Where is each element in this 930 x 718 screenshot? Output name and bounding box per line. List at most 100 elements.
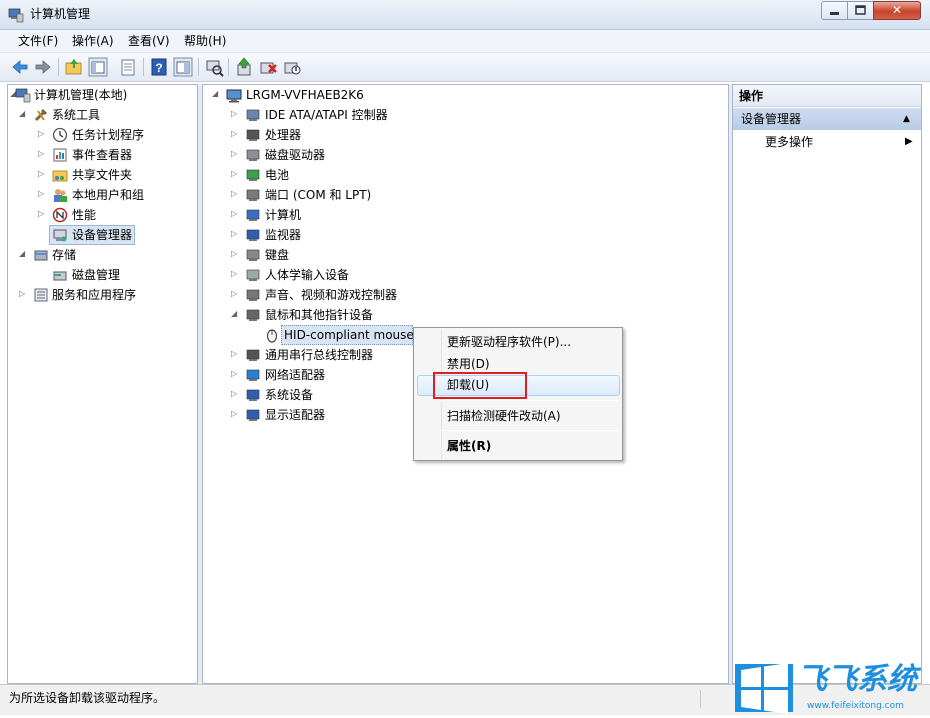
- properties-icon[interactable]: [118, 57, 138, 77]
- expand-arrow-icon[interactable]: ▷: [231, 370, 239, 378]
- device-category-item[interactable]: 电池: [265, 166, 289, 184]
- disable-icon[interactable]: [282, 57, 302, 77]
- expand-arrow-icon[interactable]: ▷: [231, 170, 239, 178]
- device-category-icon: [245, 387, 261, 403]
- expand-arrow-icon[interactable]: ▷: [231, 110, 239, 118]
- minimize-button[interactable]: [821, 1, 848, 20]
- tree-item-local-users[interactable]: 本地用户和组: [72, 186, 144, 204]
- menu-item-scan-hardware[interactable]: 扫描检测硬件改动(A): [447, 408, 561, 424]
- tree-item-task-scheduler[interactable]: 任务计划程序: [72, 126, 144, 144]
- storage-icon: [33, 247, 49, 263]
- expand-arrow-icon[interactable]: ▷: [38, 170, 46, 178]
- menu-action[interactable]: 操作(A): [72, 33, 114, 49]
- watermark-brand: 飞飞系统: [797, 662, 917, 697]
- expand-arrow-icon[interactable]: ▷: [38, 190, 46, 198]
- device-category-icon: [245, 167, 261, 183]
- expand-arrow-icon[interactable]: ▷: [231, 390, 239, 398]
- expand-arrow-icon[interactable]: ▷: [38, 150, 46, 158]
- menu-item-update-driver[interactable]: 更新驱动程序软件(P)...: [447, 334, 571, 350]
- collapse-arrow-icon[interactable]: ◢: [19, 110, 27, 118]
- uninstall-icon[interactable]: [258, 57, 278, 77]
- expand-arrow-icon[interactable]: ▷: [231, 350, 239, 358]
- tree-item-shared-folders[interactable]: 共享文件夹: [72, 166, 132, 184]
- device-category-item[interactable]: 磁盘驱动器: [265, 146, 325, 164]
- device-category-icon: [245, 247, 261, 263]
- device-category-item[interactable]: 声音、视频和游戏控制器: [265, 286, 397, 304]
- show-hide-action-pane-icon[interactable]: [173, 57, 193, 77]
- expand-arrow-icon[interactable]: ▷: [231, 250, 239, 258]
- more-actions-link[interactable]: 更多操作: [765, 133, 813, 151]
- tree-item-system-tools[interactable]: 系统工具: [52, 106, 100, 124]
- device-item-hid-mouse[interactable]: HID-compliant mouse: [284, 326, 414, 344]
- tree-item-root[interactable]: 计算机管理(本地): [34, 86, 127, 104]
- device-category-item[interactable]: 键盘: [265, 246, 289, 264]
- expand-arrow-icon[interactable]: ▷: [231, 130, 239, 138]
- task-scheduler-icon: [52, 127, 68, 143]
- device-category-item[interactable]: 系统设备: [265, 386, 313, 404]
- tree-item-event-viewer[interactable]: 事件查看器: [72, 146, 132, 164]
- back-arrow-icon[interactable]: [10, 57, 30, 77]
- actions-section-device-manager[interactable]: 设备管理器: [733, 108, 921, 130]
- device-category-item[interactable]: IDE ATA/ATAPI 控制器: [265, 106, 388, 124]
- update-driver-icon[interactable]: [234, 57, 254, 77]
- expand-arrow-icon[interactable]: ▷: [19, 290, 27, 298]
- forward-arrow-icon[interactable]: [33, 57, 53, 77]
- device-tree-root[interactable]: LRGM-VVFHAEB2K6: [246, 86, 364, 104]
- device-category-item[interactable]: 通用串行总线控制器: [265, 346, 373, 364]
- device-category-item[interactable]: 计算机: [265, 206, 301, 224]
- up-folder-icon[interactable]: [64, 57, 84, 77]
- expand-arrow-icon[interactable]: ▷: [231, 150, 239, 158]
- expand-arrow-icon[interactable]: ▷: [231, 210, 239, 218]
- device-category-icon: [245, 207, 261, 223]
- menu-item-disable[interactable]: 禁用(D): [447, 356, 490, 372]
- expand-arrow-icon[interactable]: ▷: [231, 270, 239, 278]
- scan-hardware-icon[interactable]: [204, 57, 224, 77]
- device-category-item[interactable]: 监视器: [265, 226, 301, 244]
- shared-folder-icon: [52, 167, 68, 183]
- help-icon[interactable]: ?: [149, 57, 169, 77]
- menu-help[interactable]: 帮助(H): [184, 33, 226, 49]
- tree-item-services[interactable]: 服务和应用程序: [52, 286, 136, 304]
- services-icon: [33, 287, 49, 303]
- computer-management-icon: [15, 87, 31, 103]
- collapse-up-icon[interactable]: ▲: [903, 114, 913, 124]
- maximize-button[interactable]: [847, 1, 874, 20]
- menu-item-properties[interactable]: 属性(R): [447, 438, 491, 454]
- device-category-item[interactable]: 端口 (COM 和 LPT): [265, 186, 371, 204]
- expand-arrow-icon[interactable]: ▷: [231, 410, 239, 418]
- expand-arrow-icon[interactable]: ▷: [231, 230, 239, 238]
- expand-arrow-icon[interactable]: ▷: [38, 210, 46, 218]
- tree-item-storage[interactable]: 存储: [52, 246, 76, 264]
- expand-arrow-icon[interactable]: ▷: [231, 290, 239, 298]
- tree-item-device-manager[interactable]: 设备管理器: [72, 226, 132, 244]
- menu-file[interactable]: 文件(F): [18, 33, 58, 49]
- status-text: 为所选设备卸载该驱动程序。: [9, 691, 166, 705]
- actions-header: 操作: [733, 85, 921, 107]
- local-users-icon: [52, 187, 68, 203]
- device-category-icon: [245, 367, 261, 383]
- show-hide-tree-icon[interactable]: [88, 57, 108, 77]
- device-category-icon: [245, 127, 261, 143]
- device-category-item[interactable]: 处理器: [265, 126, 301, 144]
- tree-item-disk-management[interactable]: 磁盘管理: [72, 266, 120, 284]
- collapse-arrow-icon[interactable]: ◢: [231, 310, 239, 318]
- chevron-right-icon: ▶: [905, 136, 913, 147]
- menu-view[interactable]: 查看(V): [128, 33, 170, 49]
- tree-item-performance[interactable]: 性能: [72, 206, 96, 224]
- collapse-arrow-icon[interactable]: ◢: [212, 90, 220, 98]
- watermark-url: www.feifeixitong.com: [807, 701, 904, 711]
- expand-arrow-icon[interactable]: ▷: [231, 190, 239, 198]
- close-button[interactable]: ✕: [873, 1, 921, 20]
- device-category-item[interactable]: 鼠标和其他指针设备: [265, 306, 373, 324]
- menu-separator: [440, 400, 618, 401]
- device-category-item[interactable]: 人体学输入设备: [265, 266, 349, 284]
- close-icon: ✕: [891, 3, 903, 17]
- system-tools-icon: [33, 107, 49, 123]
- device-category-item[interactable]: 网络适配器: [265, 366, 325, 384]
- expand-arrow-icon[interactable]: ▷: [38, 130, 46, 138]
- device-manager-icon: [52, 227, 68, 243]
- device-category-item[interactable]: 显示适配器: [265, 406, 325, 424]
- annotation-red-box: [433, 372, 527, 399]
- collapse-arrow-icon[interactable]: ◢: [19, 250, 27, 258]
- event-viewer-icon: [52, 147, 68, 163]
